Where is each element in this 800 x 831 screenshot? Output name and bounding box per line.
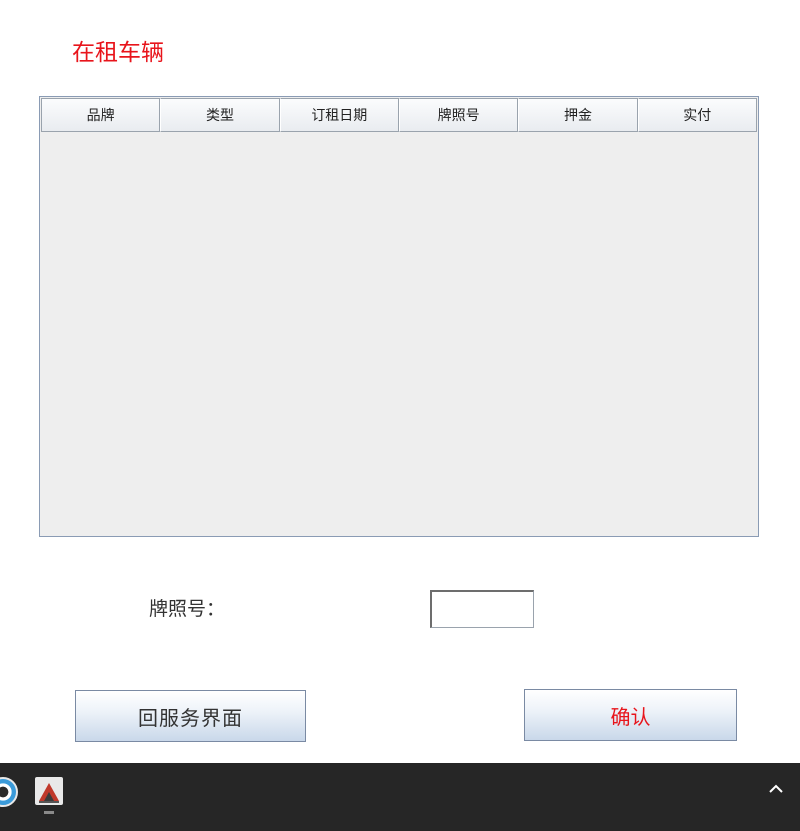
column-header-type[interactable]: 类型 <box>160 98 280 132</box>
confirm-button[interactable]: 确认 <box>524 689 737 741</box>
taskbar <box>0 763 800 831</box>
app-icon[interactable] <box>0 777 18 807</box>
plate-input[interactable] <box>430 590 534 628</box>
back-to-service-button[interactable]: 回服务界面 <box>75 690 306 742</box>
column-header-plate[interactable]: 牌照号 <box>398 98 519 132</box>
active-app-indicator <box>44 811 54 814</box>
plate-label: 牌照号： <box>149 598 226 620</box>
page-title: 在租车辆 <box>72 40 164 66</box>
chevron-up-icon[interactable] <box>766 779 786 799</box>
java-app-icon[interactable] <box>33 775 65 807</box>
table-header: 品牌 类型 订租日期 牌照号 押金 实付 <box>41 98 757 132</box>
column-header-deposit[interactable]: 押金 <box>518 98 638 132</box>
table-body[interactable] <box>40 133 758 536</box>
rented-cars-table: 品牌 类型 订租日期 牌照号 押金 实付 <box>39 96 759 537</box>
column-header-rent-date[interactable]: 订租日期 <box>279 98 399 132</box>
column-header-brand[interactable]: 品牌 <box>41 98 161 132</box>
column-header-paid[interactable]: 实付 <box>637 98 757 132</box>
